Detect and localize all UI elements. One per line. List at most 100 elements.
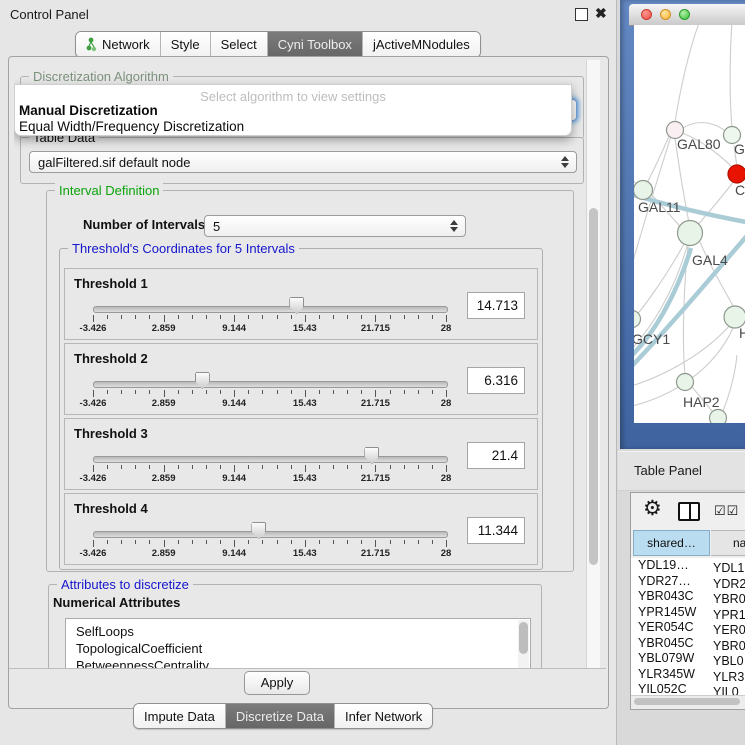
attribute-list-item[interactable]: TopologicalCoefficient (66, 640, 530, 657)
table-row[interactable]: YPR145WYPR1 (631, 605, 745, 621)
slider-track[interactable] (93, 531, 448, 538)
number-of-intervals-label: Number of Intervals (83, 217, 205, 232)
cell-shared-name: YPR145W (631, 605, 711, 619)
table-row[interactable]: YDL19…YDL1 (631, 558, 745, 574)
popup-item-manual-discretization[interactable]: Manual Discretization (19, 103, 158, 118)
application-window: Control Panel ✖ Network Style Select Cyni T… (0, 0, 745, 745)
cell-shared-name: YER054C (631, 620, 711, 634)
threshold-panel: Threshold 3 -3.4262.8599.14415.4321.7152… (64, 418, 538, 490)
combo-arrows-icon (561, 156, 569, 168)
network-node-gcy1[interactable] (634, 311, 641, 328)
panel-vertical-scrollbar[interactable] (586, 60, 600, 668)
slider-track[interactable] (93, 306, 448, 313)
column-header-name[interactable]: na (711, 530, 745, 556)
table-data-group: Table Data galFiltered.sif default node (20, 137, 584, 184)
slider-track[interactable] (93, 381, 448, 388)
close-icon[interactable]: ✖ (595, 8, 606, 19)
discretize-scroll-area: Discretization Algorithm Select algorith… (14, 60, 584, 668)
attribute-list-item[interactable]: BetweennessCentrality (66, 657, 530, 668)
network-node-gal4[interactable] (678, 221, 703, 246)
tab-label: Cyni Toolbox (278, 37, 352, 52)
cell-shared-name: YBL079W (631, 651, 711, 665)
attributes-scrollbar[interactable] (518, 620, 529, 668)
network-window-titlebar[interactable] (629, 4, 745, 26)
float-window-icon[interactable] (575, 8, 588, 21)
network-nodes[interactable] (634, 122, 745, 424)
node-label: GA (734, 141, 745, 157)
node-label: GAL11 (638, 199, 681, 215)
attributes-group: Attributes to discretize Numerical Attri… (48, 584, 542, 668)
table-row[interactable]: YDR27…YDR2 (631, 574, 745, 590)
table-body[interactable]: YDL19…YDL1YDR27…YDR2YBR043CYBR0YPR145WYP… (631, 558, 745, 695)
tab-style[interactable]: Style (161, 32, 211, 57)
tab-network[interactable]: Network (76, 32, 161, 57)
table-row[interactable]: YBL079WYBL0 (631, 651, 745, 667)
numerical-attributes-label: Numerical Attributes (53, 595, 180, 610)
close-traffic-light-icon[interactable] (641, 9, 652, 20)
table-row[interactable]: YBR045CYBR0 (631, 636, 745, 652)
table-row[interactable]: YBR043CYBR0 (631, 589, 745, 605)
gear-icon[interactable]: ⚙ (643, 496, 662, 521)
combo-arrows-icon (450, 220, 458, 232)
node-label: GAL4 (692, 252, 728, 268)
minimize-traffic-light-icon[interactable] (660, 9, 671, 20)
threshold-label: Threshold 3 (74, 426, 148, 441)
split-columns-icon[interactable] (678, 502, 700, 521)
algorithm-dropdown-popup: Select algorithm to view settings Manual… (14, 84, 572, 136)
bottom-tab-discretize-data[interactable]: Discretize Data (226, 704, 335, 728)
bottom-tab-infer-network[interactable]: Infer Network (335, 704, 432, 728)
slider-tick-labels: -3.4262.8599.14415.4321.71528 (93, 323, 446, 335)
threshold-panel: Threshold 1 -3.4262.8599.14415.4321.7152… (64, 268, 538, 340)
algorithm-combo-prompt: Select algorithm to view settings (15, 89, 571, 104)
cell-name: YIL0 (711, 685, 739, 695)
numerical-attributes-list[interactable]: SelfLoopsTopologicalCoefficientBetweenne… (65, 618, 531, 668)
bottom-tab-impute-data[interactable]: Impute Data (134, 704, 226, 728)
table-data-combo[interactable]: galFiltered.sif default node (29, 151, 577, 173)
table-horizontal-scrollbar[interactable] (631, 695, 745, 708)
scrollbar-thumb[interactable] (519, 622, 528, 654)
tab-select[interactable]: Select (211, 32, 268, 57)
threshold-value-field[interactable]: 11.344 (467, 517, 525, 544)
slider-ticks (93, 540, 446, 548)
popup-item-equal-width-frequency[interactable]: Equal Width/Frequency Discretization (19, 119, 244, 134)
threshold-value-field[interactable]: 6.316 (467, 367, 525, 394)
scrollbar-thumb[interactable] (589, 208, 598, 565)
footer-separator (9, 668, 606, 669)
control-panel-tab-bar: Network Style Select Cyni Toolbox jActiveMNo… (75, 31, 481, 58)
cyni-bottom-tab-bar: Impute Data Discretize Data Infer Network (133, 703, 433, 729)
cell-name: YBL0 (711, 654, 744, 668)
panel-title: Control Panel (10, 7, 89, 22)
network-edges (634, 25, 737, 414)
network-canvas[interactable]: GAL80GACGAL11GAL4GCY1HHAP2 (634, 25, 745, 423)
thresholds-group-title: Threshold's Coordinates for 5 Intervals (68, 241, 299, 256)
algorithm-group-title: Discretization Algorithm (29, 69, 173, 84)
threshold-label: Threshold 2 (74, 351, 148, 366)
threshold-value-field[interactable]: 14.713 (467, 292, 525, 319)
cell-name: YDL1 (711, 561, 744, 575)
apply-button[interactable]: Apply (244, 671, 310, 695)
tab-label: Style (171, 37, 200, 52)
table-row[interactable]: YER054CYER0 (631, 620, 745, 636)
threshold-value-field[interactable]: 21.4 (467, 442, 525, 469)
attribute-list-item[interactable]: SelfLoops (66, 619, 530, 640)
checkbox-icons[interactable]: ☑☑ (714, 503, 739, 519)
tab-label: jActiveMNodules (373, 37, 470, 52)
table-row[interactable]: YLR345WYLR3 (631, 667, 745, 683)
number-of-intervals-combo[interactable]: 5 (204, 215, 466, 237)
tab-cyni-toolbox[interactable]: Cyni Toolbox (268, 32, 363, 57)
threshold-label: Threshold 4 (74, 501, 148, 516)
tab-jactivemnodules[interactable]: jActiveMNodules (363, 32, 480, 57)
zoom-traffic-light-icon[interactable] (679, 9, 690, 20)
slider-track[interactable] (93, 456, 448, 463)
table-row[interactable]: YIL052CYIL0 (631, 682, 745, 695)
slider-ticks (93, 315, 446, 323)
network-node-c[interactable] (728, 165, 745, 183)
network-node-hap2[interactable] (677, 374, 694, 391)
column-header-shared[interactable]: shared… (633, 530, 710, 556)
network-view-window[interactable]: GAL80GACGAL11GAL4GCY1HHAP2 (620, 0, 745, 449)
scrollbar-thumb[interactable] (634, 698, 740, 705)
control-panel: Control Panel ✖ Network Style Select Cyni T… (0, 0, 617, 745)
network-node[interactable] (710, 410, 727, 424)
bottom-tab-label: Discretize Data (236, 709, 324, 724)
network-node-gal11[interactable] (634, 181, 653, 200)
